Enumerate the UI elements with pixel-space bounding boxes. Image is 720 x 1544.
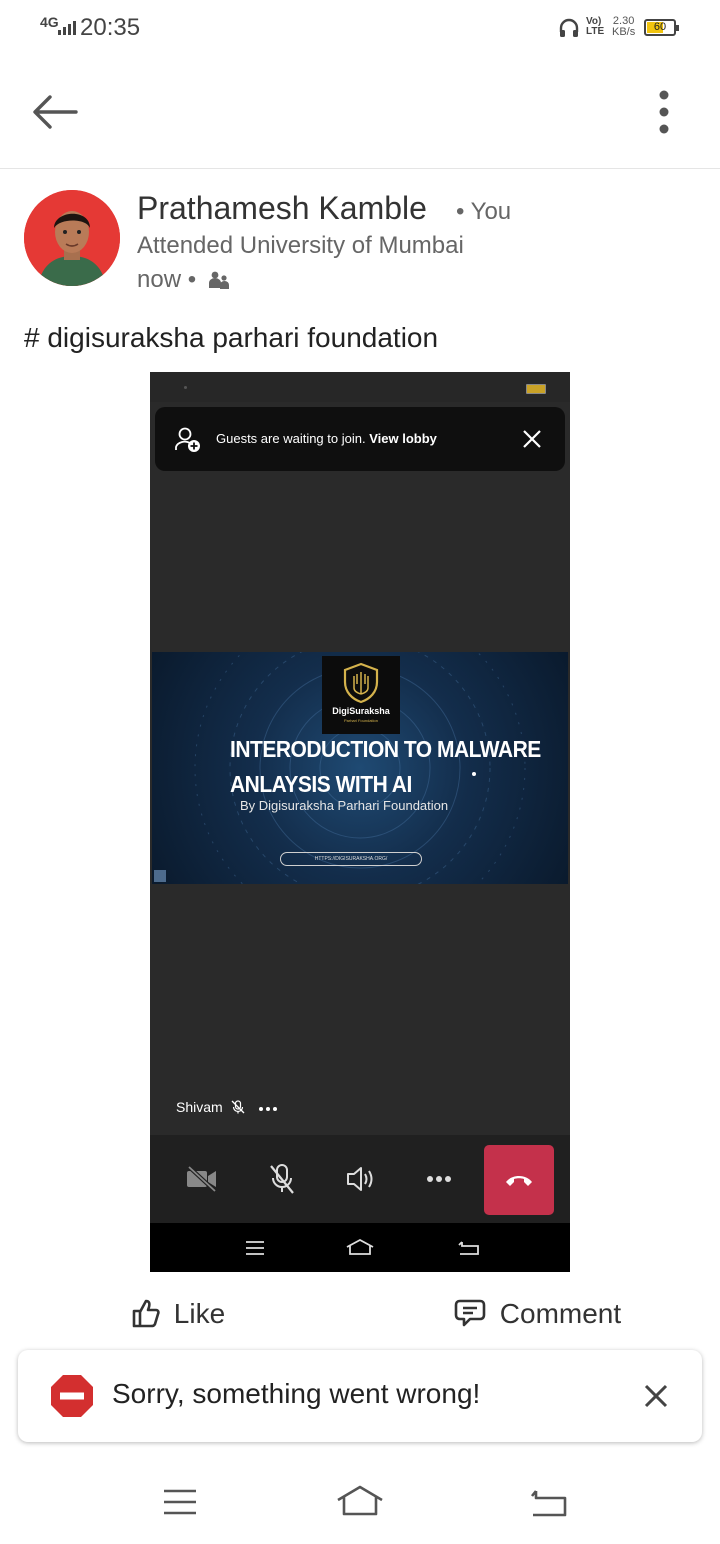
status-bar: 4G 20:35 Vo) LTE 2.30 KB/s 60 [0, 0, 720, 58]
signal-icon [58, 21, 76, 35]
close-icon[interactable] [522, 429, 542, 449]
shield-icon [343, 662, 379, 704]
home-icon[interactable] [336, 1484, 384, 1518]
relation-label: • You [456, 198, 512, 225]
error-message: Sorry, something went wrong! [112, 1378, 481, 1409]
back-icon [458, 1241, 479, 1255]
stop-error-icon [51, 1375, 93, 1417]
menu-icon [246, 1241, 264, 1255]
mic-off-icon [231, 1100, 245, 1114]
top-app-bar [0, 58, 720, 169]
headphones-icon [559, 18, 579, 37]
comment-button[interactable]: Comment [454, 1298, 621, 1330]
slide-title: INTERODUCTION TO MALWARE ANLAYSIS WITH A… [230, 737, 541, 798]
post-time: now • [137, 266, 229, 294]
lobby-notification: Guests are waiting to join. View lobby [155, 407, 565, 471]
comment-icon [454, 1299, 486, 1327]
video-off-icon[interactable] [186, 1165, 218, 1193]
error-toast: Sorry, something went wrong! [18, 1350, 702, 1442]
call-controls [150, 1135, 570, 1223]
group-icon [208, 271, 229, 289]
post-text: # digisuraksha parhari foundation [24, 322, 439, 353]
lobby-message: Guests are waiting to join. [216, 431, 366, 446]
participant-label: Shivam [176, 1099, 278, 1115]
digisuraksha-logo: DigiSuraksha Parhari Foundation [322, 656, 400, 734]
more-horizontal-icon[interactable] [426, 1175, 452, 1183]
like-button[interactable]: Like [132, 1298, 225, 1330]
phone-hangup-icon [506, 1176, 532, 1186]
image-status-bar [150, 372, 570, 402]
back-icon[interactable] [530, 1488, 568, 1518]
arrow-left-icon[interactable] [32, 94, 78, 130]
view-lobby-link[interactable]: View lobby [369, 431, 437, 446]
more-vertical-icon[interactable] [654, 90, 674, 136]
mic-off-icon[interactable] [267, 1163, 297, 1195]
home-icon [346, 1238, 374, 1255]
author-headline: Attended University of Mumbai [137, 232, 464, 259]
close-icon[interactable] [644, 1384, 668, 1408]
image-nav-bar [150, 1223, 570, 1272]
author-name[interactable]: Prathamesh Kamble [137, 190, 427, 227]
battery-icon [526, 384, 546, 394]
volte-indicator: Vo) LTE [586, 16, 605, 37]
battery-icon: 60 [644, 19, 679, 36]
menu-icon[interactable] [162, 1488, 198, 1516]
shared-slide: DigiSuraksha Parhari Foundation INTERODU… [152, 652, 568, 884]
thumbs-up-icon [132, 1299, 160, 1328]
system-nav-bar [0, 1460, 720, 1544]
end-call-button[interactable] [484, 1145, 554, 1215]
avatar[interactable] [24, 190, 120, 286]
clock: 20:35 [80, 14, 141, 41]
speaker-icon[interactable] [346, 1165, 376, 1193]
network-type: 4G [40, 14, 59, 30]
slide-subtitle: By Digisuraksha Parhari Foundation [240, 798, 449, 813]
slide-url-bar: HTTPS://DIGISURAKSHA.ORG/ [280, 852, 422, 866]
profile-photo [24, 190, 120, 286]
post-image[interactable]: Guests are waiting to join. View lobby D… [150, 372, 570, 1272]
add-person-icon [175, 427, 200, 452]
more-horizontal-icon[interactable] [258, 1106, 278, 1112]
network-speed: 2.30 KB/s [612, 15, 636, 38]
